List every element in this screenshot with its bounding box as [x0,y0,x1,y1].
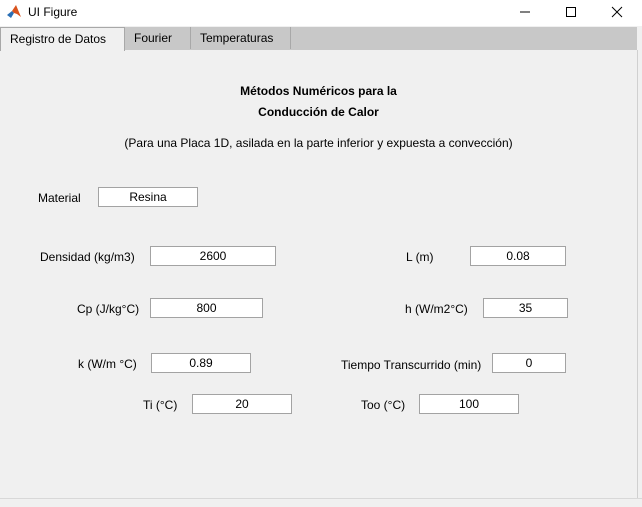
registro-de-datos-panel: Métodos Numéricos para la Conducción de … [0,50,638,498]
window-bottom-border [0,498,642,499]
too-field[interactable] [419,394,519,414]
close-button[interactable] [594,0,640,26]
densidad-label: Densidad (kg/m3) [40,250,135,264]
close-icon [611,6,623,21]
tiempo-label: Tiempo Transcurrido (min) [341,358,482,372]
l-label: L (m) [406,250,434,264]
tab-strip: Registro de Datos Fourier Temperaturas [0,27,637,51]
maximize-button[interactable] [548,0,594,26]
h-field[interactable] [483,298,568,318]
cp-label: Cp (J/kg°C) [77,302,140,316]
material-label: Material [38,191,81,205]
k-field[interactable] [151,353,251,373]
h-label: h (W/m2°C) [405,302,468,316]
page-subtitle: (Para una Placa 1D, asilada en la parte … [124,136,513,150]
densidad-field[interactable] [150,246,276,266]
ti-label: Ti (°C) [143,398,178,412]
tab-temperaturas[interactable]: Temperaturas [191,27,291,49]
tiempo-field[interactable] [492,353,566,373]
page-title-line1: Métodos Numéricos para la [240,84,397,98]
cp-field[interactable] [150,298,263,318]
tab-registro-de-datos[interactable]: Registro de Datos [0,27,125,51]
matlab-logo-icon [6,4,22,20]
minimize-button[interactable] [502,0,548,26]
material-field[interactable] [98,187,198,207]
page-title-line2: Conducción de Calor [258,105,379,119]
k-label: k (W/m °C) [78,357,137,371]
title-bar: UI Figure [0,0,642,26]
maximize-icon [565,6,577,21]
l-field[interactable] [470,246,566,266]
too-label: Too (°C) [361,398,406,412]
window-title: UI Figure [28,5,78,19]
tab-fourier[interactable]: Fourier [125,27,191,49]
minimize-icon [519,6,531,21]
ti-field[interactable] [192,394,292,414]
